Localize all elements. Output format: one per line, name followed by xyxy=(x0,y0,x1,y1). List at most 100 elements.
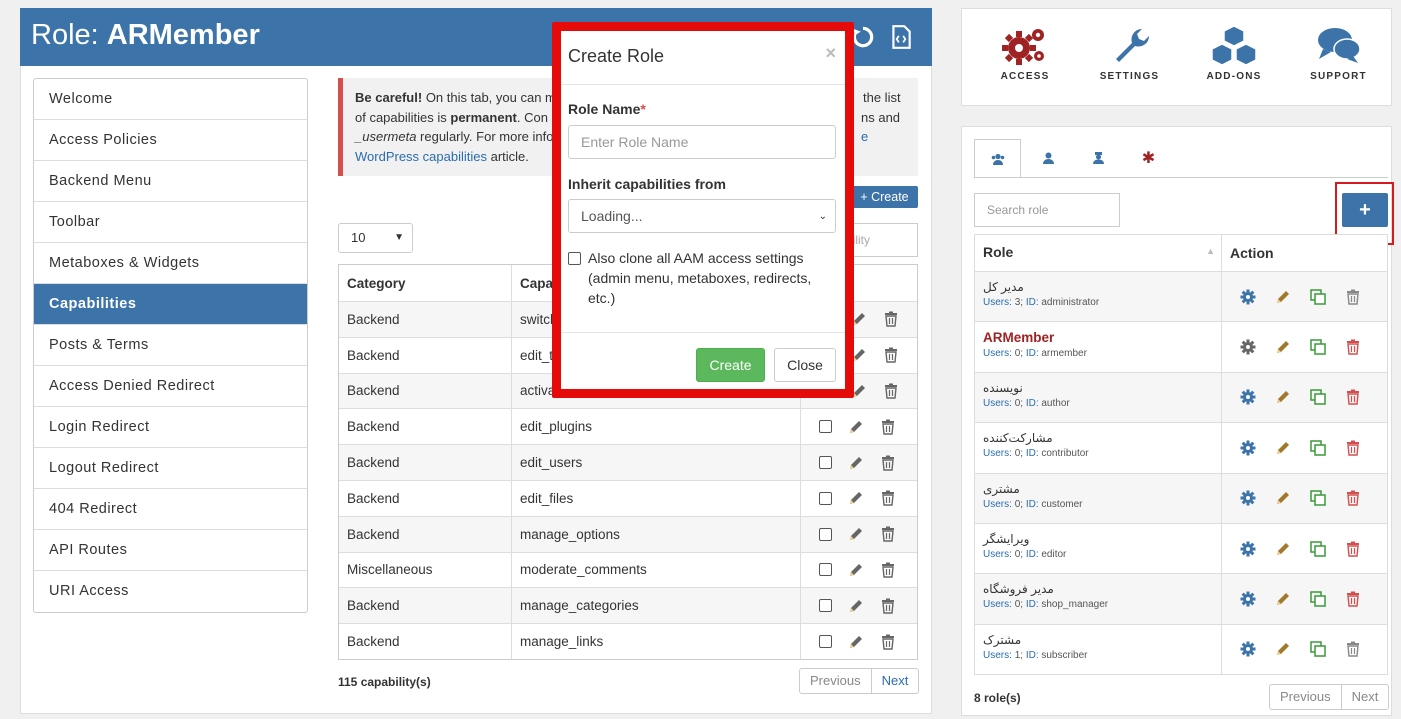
capability-checkbox[interactable] xyxy=(819,456,832,470)
tab-visitor[interactable] xyxy=(1075,139,1122,177)
clone-icon[interactable] xyxy=(1310,490,1326,506)
sidebar-item-login-redirect[interactable]: Login Redirect xyxy=(34,407,307,448)
topnav-add-ons[interactable]: ADD-ONS xyxy=(1189,25,1279,82)
edit-icon[interactable] xyxy=(848,455,864,471)
capability-checkbox[interactable] xyxy=(819,635,832,649)
role-name[interactable]: مشتری xyxy=(983,482,1213,496)
close-modal-button[interactable]: Close xyxy=(774,348,836,382)
close-icon[interactable]: × xyxy=(825,43,836,64)
edit-icon[interactable] xyxy=(1275,591,1291,607)
edit-icon[interactable] xyxy=(1275,289,1291,305)
role-search-input[interactable]: Search role xyxy=(974,193,1120,227)
sidebar-item-toolbar[interactable]: Toolbar xyxy=(34,202,307,243)
edit-icon[interactable] xyxy=(1275,389,1291,405)
trash-icon[interactable] xyxy=(880,455,896,471)
clone-icon[interactable] xyxy=(1310,540,1326,557)
edit-icon[interactable] xyxy=(1275,440,1291,456)
role-name[interactable]: مدیر فروشگاه xyxy=(983,582,1213,596)
sidebar-item-backend-menu[interactable]: Backend Menu xyxy=(34,161,307,202)
trash-icon[interactable] xyxy=(1345,591,1361,607)
edit-icon[interactable] xyxy=(848,526,864,542)
trash-icon[interactable] xyxy=(880,598,896,614)
gear-icon[interactable] xyxy=(1240,641,1256,657)
edit-icon[interactable] xyxy=(848,598,864,614)
trash-icon[interactable] xyxy=(1345,389,1361,406)
role-name[interactable]: نویسنده xyxy=(983,381,1213,395)
edit-icon[interactable] xyxy=(848,562,864,578)
topnav-settings[interactable]: SETTINGS xyxy=(1085,25,1175,82)
next-page-button[interactable]: Next xyxy=(872,669,919,693)
topnav-access[interactable]: ACCESS xyxy=(980,25,1070,82)
sidebar-item-capabilities[interactable]: Capabilities xyxy=(34,284,307,325)
clone-icon[interactable] xyxy=(1310,288,1326,305)
trash-icon[interactable] xyxy=(880,634,896,650)
trash-icon[interactable] xyxy=(1345,440,1361,456)
wordpress-capabilities-link[interactable]: WordPress capabilities xyxy=(355,149,487,164)
sidebar-item-access-denied-redirect[interactable]: Access Denied Redirect xyxy=(34,366,307,407)
capability-checkbox[interactable] xyxy=(819,420,832,434)
clone-icon[interactable] xyxy=(1310,641,1326,658)
clone-icon[interactable] xyxy=(1310,389,1326,406)
trash-icon[interactable] xyxy=(1345,541,1361,557)
trash-icon[interactable] xyxy=(1345,490,1361,506)
gear-icon[interactable] xyxy=(1240,490,1256,506)
inherit-select[interactable]: Loading... ⌄ xyxy=(568,199,836,233)
role-name[interactable]: مشترک xyxy=(983,633,1213,647)
trash-icon[interactable] xyxy=(883,311,899,328)
clone-settings-checkbox[interactable] xyxy=(568,252,581,265)
role-name[interactable]: ARMember xyxy=(983,330,1213,345)
gear-icon[interactable] xyxy=(1240,339,1256,355)
trash-icon[interactable] xyxy=(1345,289,1361,305)
capability-checkbox[interactable] xyxy=(819,599,832,613)
edit-icon[interactable] xyxy=(1275,641,1291,657)
trash-icon[interactable] xyxy=(1345,641,1361,658)
role-name-input[interactable]: Enter Role Name xyxy=(568,125,836,159)
edit-icon[interactable] xyxy=(848,490,864,506)
create-role-submit-button[interactable]: Create xyxy=(696,348,765,382)
gear-icon[interactable] xyxy=(1240,289,1256,305)
gear-icon[interactable] xyxy=(1240,389,1256,405)
capability-checkbox[interactable] xyxy=(819,563,832,577)
sidebar-item-uri-access[interactable]: URI Access xyxy=(34,571,307,612)
sidebar-item-welcome[interactable]: Welcome xyxy=(34,79,307,120)
edit-icon[interactable] xyxy=(1275,339,1291,355)
trash-icon[interactable] xyxy=(880,490,896,507)
role-name[interactable]: مدیر کل xyxy=(983,280,1213,294)
gear-icon[interactable] xyxy=(1240,541,1256,557)
sidebar-item-access-policies[interactable]: Access Policies xyxy=(34,120,307,161)
edit-icon[interactable] xyxy=(1275,541,1291,557)
sidebar-item-404-redirect[interactable]: 404 Redirect xyxy=(34,489,307,530)
sidebar-item-posts-terms[interactable]: Posts & Terms xyxy=(34,325,307,366)
trash-icon[interactable] xyxy=(883,347,899,363)
export-code-icon[interactable] xyxy=(888,24,914,50)
role-name[interactable]: مشارکت‌کننده xyxy=(983,431,1213,445)
capability-checkbox[interactable] xyxy=(819,527,832,541)
clone-settings-option[interactable]: Also clone all AAM access settings (admi… xyxy=(568,248,838,308)
tab-roles[interactable] xyxy=(974,139,1021,177)
clone-icon[interactable] xyxy=(1310,339,1326,355)
trash-icon[interactable] xyxy=(883,383,899,399)
next-page-button[interactable]: Next xyxy=(1342,685,1389,709)
topnav-support[interactable]: SUPPORT xyxy=(1294,25,1384,82)
clone-icon[interactable] xyxy=(1310,591,1326,607)
edit-icon[interactable] xyxy=(848,634,864,650)
sort-icon[interactable]: ▲ xyxy=(1206,246,1215,256)
trash-icon[interactable] xyxy=(880,419,896,435)
page-size-select[interactable]: 10 ▼ xyxy=(338,223,413,253)
edit-icon[interactable] xyxy=(1275,490,1291,506)
role-name[interactable]: ویرایشگر xyxy=(983,532,1213,546)
previous-page-button[interactable]: Previous xyxy=(800,669,872,693)
previous-page-button[interactable]: Previous xyxy=(1270,685,1342,709)
trash-icon[interactable] xyxy=(880,562,896,578)
create-capability-button[interactable]: + Create xyxy=(851,186,918,208)
clone-icon[interactable] xyxy=(1310,440,1326,456)
trash-icon[interactable] xyxy=(1345,339,1361,355)
capability-checkbox[interactable] xyxy=(819,491,832,505)
tab-users[interactable] xyxy=(1025,139,1072,177)
gear-icon[interactable] xyxy=(1240,591,1256,607)
tab-default[interactable]: ✱ xyxy=(1125,139,1172,177)
sidebar-item-logout-redirect[interactable]: Logout Redirect xyxy=(34,448,307,489)
sidebar-item-api-routes[interactable]: API Routes xyxy=(34,530,307,571)
sidebar-item-metaboxes-widgets[interactable]: Metaboxes & Widgets xyxy=(34,243,307,284)
edit-icon[interactable] xyxy=(848,419,864,435)
